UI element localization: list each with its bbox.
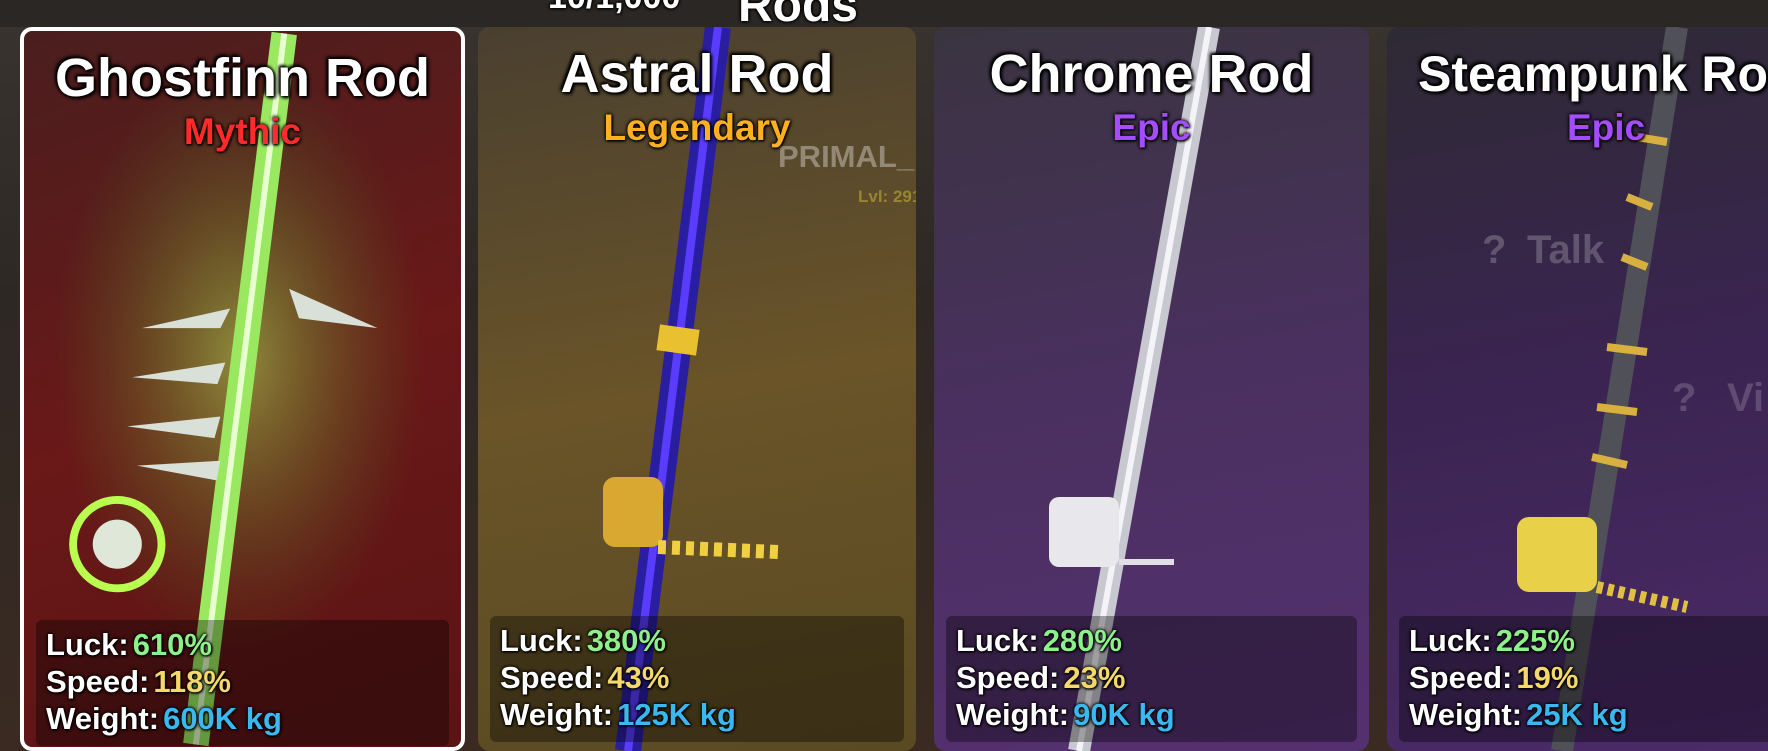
rod-stats: Luck: 280% Speed: 23% Weight: 90K kg	[946, 616, 1357, 742]
rod-name: Steampunk Rod	[1418, 46, 1768, 102]
rod-rarity: Mythic	[183, 111, 302, 152]
svg-text:?: ?	[1672, 376, 1696, 420]
rod-name: Ghostfinn Rod	[55, 48, 430, 108]
speed-label: Speed:	[500, 660, 604, 695]
rod-card-ghostfinn[interactable]: Ghostfinn Rod Mythic Luck: 610% Speed: 118…	[20, 27, 465, 751]
weight-value: 90K kg	[1073, 697, 1175, 732]
weight-value: 125K kg	[617, 697, 736, 732]
rod-stats: Luck: 380% Speed: 43% Weight: 125K kg	[490, 616, 904, 742]
weight-label: Weight:	[46, 701, 160, 736]
rod-count: 10/1,000	[548, 0, 680, 17]
talk-prompt: Talk	[1527, 228, 1605, 272]
speed-label: Speed:	[1409, 660, 1513, 695]
luck-label: Luck:	[1409, 623, 1492, 658]
svg-text:?: ?	[1482, 228, 1506, 272]
speed-value: 19%	[1516, 660, 1579, 695]
speed-label: Speed:	[956, 660, 1060, 695]
rod-card-chrome[interactable]: Chrome Rod Epic Luck: 280% Speed: 23% Weig…	[934, 27, 1369, 751]
speed-value: 118%	[153, 664, 231, 699]
rod-stats: Luck: 225% Speed: 19% Weight: 25K kg	[1399, 616, 1768, 742]
rod-rarity: Epic	[1567, 107, 1646, 148]
speed-label: Speed:	[46, 664, 150, 699]
weight-value: 25K kg	[1526, 697, 1628, 732]
weight-label: Weight:	[956, 697, 1070, 732]
luck-label: Luck:	[46, 627, 129, 662]
luck-label: Luck:	[956, 623, 1039, 658]
weight-label: Weight:	[500, 697, 614, 732]
speed-value: 43%	[607, 660, 670, 695]
weight-label: Weight:	[1409, 697, 1523, 732]
luck-label: Luck:	[500, 623, 583, 658]
top-bar: 10/1,000 Rods	[0, 0, 1768, 32]
view-prompt: Vi	[1727, 376, 1764, 420]
player-level: Lvl: 291	[858, 187, 916, 206]
luck-value: 225%	[1495, 623, 1575, 658]
speed-value: 23%	[1063, 660, 1126, 695]
rod-card-steampunk[interactable]: ? Talk ? Vi Steampunk Rod Epic Luck: 225%…	[1387, 27, 1768, 751]
luck-value: 610%	[132, 627, 212, 662]
rod-name: Chrome Rod	[989, 44, 1314, 104]
luck-value: 380%	[586, 623, 666, 658]
weight-value: 600K kg	[163, 701, 282, 736]
rod-name: Astral Rod	[560, 44, 834, 104]
rod-card-astral[interactable]: PRIMAL_Dark46 Lvl: 291 Astral Rod Legend…	[478, 27, 916, 751]
luck-value: 280%	[1042, 623, 1122, 658]
rod-rarity: Epic	[1112, 107, 1191, 148]
rod-stats: Luck: 610% Speed: 118% Weight: 600K kg	[36, 620, 449, 746]
rod-rarity: Legendary	[603, 107, 791, 148]
